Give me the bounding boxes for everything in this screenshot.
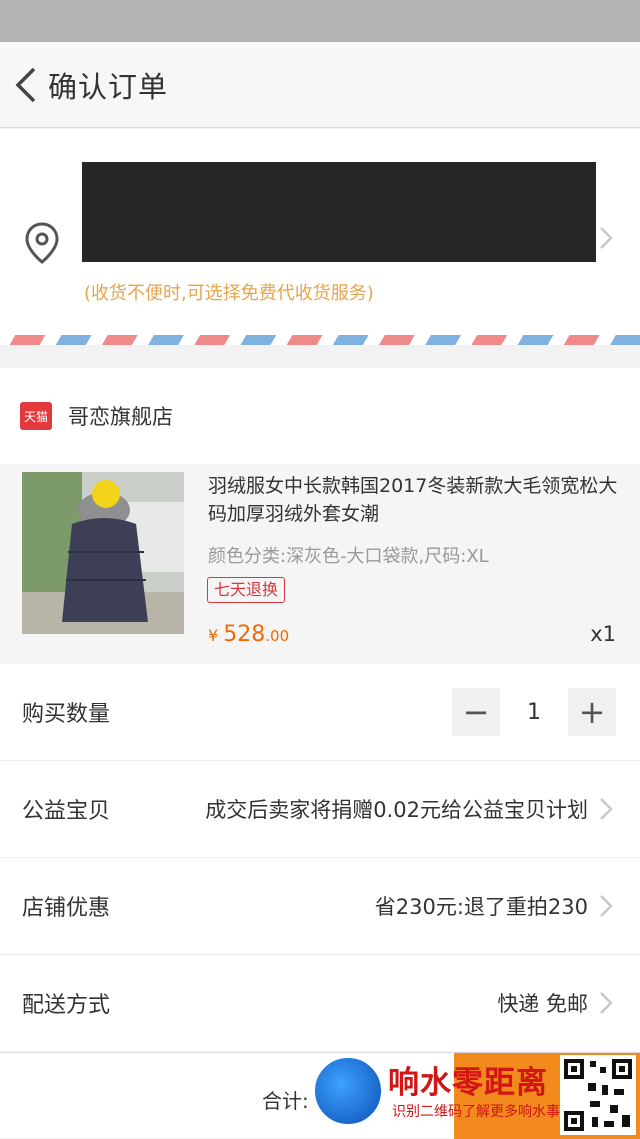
delivery-row[interactable]: 配送方式 快递 免邮 <box>0 955 640 1051</box>
shop-discount-row[interactable]: 店铺优惠 省230元:退了重拍230 <box>0 858 640 954</box>
address-section[interactable]: (收货不便时,可选择免费代收货服务) <box>0 129 640 345</box>
bottom-bar: 合计: 响水零距离 识别二维码了解更多响水事 <box>0 1052 640 1139</box>
product-image <box>22 472 184 634</box>
charity-label: 公益宝贝 <box>22 799 111 824</box>
product-price: ¥ 528.00 <box>208 622 289 647</box>
watermark-title: 响水零距离 <box>388 1065 548 1101</box>
delivery-label: 配送方式 <box>22 993 111 1018</box>
product-title: 羽绒服女中长款韩国2017冬装新款大毛领宽松大码加厚羽绒外套女潮 <box>208 475 618 525</box>
delivery-hint[interactable]: (收货不便时,可选择免费代收货服务) <box>84 279 374 305</box>
location-pin-icon <box>25 222 59 264</box>
watermark-subtitle: 识别二维码了解更多响水事 <box>392 1104 560 1120</box>
product-item[interactable]: 羽绒服女中长款韩国2017冬装新款大毛领宽松大码加厚羽绒外套女潮 颜色分类:深灰… <box>0 464 640 664</box>
page-title: 确认订单 <box>48 69 169 104</box>
shop-name: 哥恋旗舰店 <box>68 405 173 429</box>
discount-label: 店铺优惠 <box>22 896 111 921</box>
chevron-right-icon <box>600 895 613 917</box>
return-policy-badge: 七天退换 <box>207 577 286 603</box>
qr-code-icon <box>560 1055 636 1135</box>
airmail-stripe <box>0 335 640 345</box>
product-sku: 颜色分类:深灰色-大口袋款,尺码:XL <box>208 546 489 567</box>
chevron-right-icon <box>600 798 613 820</box>
charity-value: 成交后卖家将捐赠0.02元给公益宝贝计划 <box>205 798 588 822</box>
redacted-address <box>82 162 596 262</box>
quantity-value[interactable]: 1 <box>500 700 568 725</box>
watermark-logo-icon <box>312 1055 384 1127</box>
decrease-button[interactable]: − <box>452 688 500 736</box>
price-currency: ¥ <box>208 626 219 645</box>
chevron-right-icon <box>600 227 613 249</box>
price-decimal: .00 <box>265 627 290 645</box>
charity-row[interactable]: 公益宝贝 成交后卖家将捐赠0.02元给公益宝贝计划 <box>0 761 640 857</box>
discount-value: 省230元:退了重拍230 <box>374 895 588 919</box>
quantity-label: 购买数量 <box>22 702 111 727</box>
back-button[interactable] <box>6 65 46 105</box>
shop-header[interactable]: 天猫 哥恋旗舰店 <box>0 368 640 464</box>
quantity-row: 购买数量 − 1 + <box>0 664 640 760</box>
top-bar: 确认订单 <box>0 42 640 128</box>
product-quantity: x1 <box>590 622 616 646</box>
price-integer: 528 <box>223 622 266 647</box>
status-bar <box>0 0 640 42</box>
quantity-stepper: − 1 + <box>452 688 616 736</box>
total-label: 合计: <box>262 1089 309 1113</box>
increase-button[interactable]: + <box>568 688 616 736</box>
chevron-right-icon <box>600 992 613 1014</box>
chevron-left-icon <box>15 67 36 102</box>
tmall-badge-icon: 天猫 <box>20 402 52 430</box>
delivery-value: 快递 免邮 <box>497 992 588 1016</box>
